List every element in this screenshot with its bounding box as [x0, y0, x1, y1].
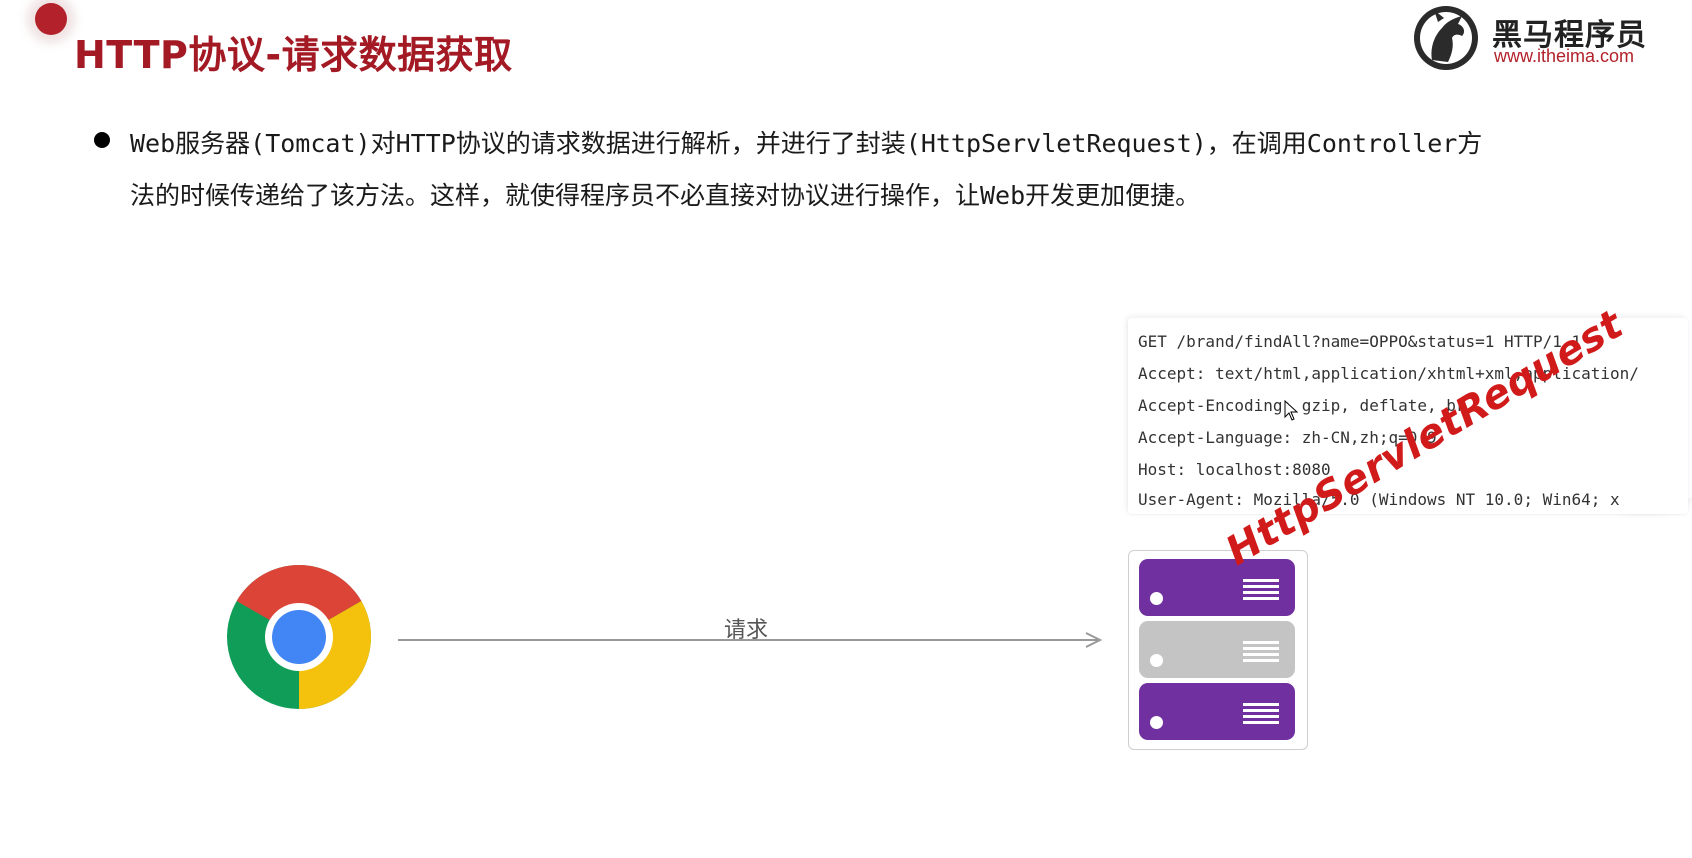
server-vents [1243, 641, 1279, 665]
slide-title: HTTP协议-请求数据获取 [74, 33, 513, 77]
chrome-browser-icon [227, 565, 371, 709]
logo-url: www.itheima.com [1494, 46, 1635, 66]
bullet-text: Web服务器(Tomcat)对HTTP协议的请求数据进行解析，并进行了封装(Ht… [130, 118, 1680, 222]
server-unit-top [1139, 559, 1295, 616]
server-rack-icon [1128, 550, 1308, 750]
request-line: GET /brand/findAll?name=OPPO&status=1 HT… [1138, 332, 1582, 351]
mouse-cursor-icon [1284, 400, 1299, 421]
horse-head-icon [1414, 6, 1478, 70]
server-unit-middle [1139, 621, 1295, 678]
bullet-dot [94, 132, 110, 148]
server-led [1150, 592, 1163, 605]
server-led [1150, 654, 1163, 667]
decorative-red-dot [35, 3, 67, 35]
server-vents [1243, 579, 1279, 603]
request-arrow [398, 632, 1103, 648]
request-header: Host: localhost:8080 [1138, 460, 1331, 479]
itheima-logo: 黑马程序员 www.itheima.com [1408, 2, 1678, 72]
request-header: User-Agent: Mozilla/5.0 (Windows NT 10.0… [1138, 490, 1620, 509]
server-unit-bottom [1139, 683, 1295, 740]
server-led [1150, 716, 1163, 729]
server-vents [1243, 703, 1279, 727]
bullet-text-line-2: 法的时候传递给了该方法。这样，就使得程序员不必直接对协议进行操作，让Web开发更… [130, 181, 1201, 210]
bullet-text-line-1: Web服务器(Tomcat)对HTTP协议的请求数据进行解析，并进行了封装(Ht… [130, 129, 1483, 158]
request-header: Accept-Encoding: gzip, deflate, br [1138, 396, 1466, 415]
